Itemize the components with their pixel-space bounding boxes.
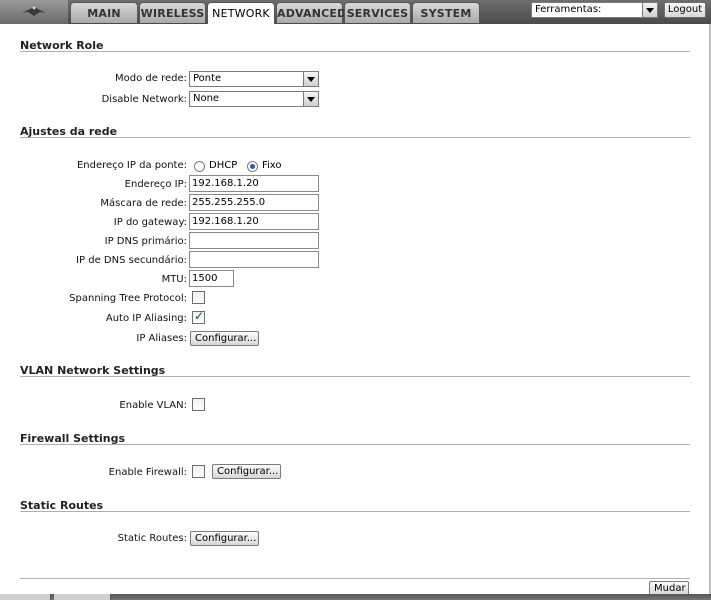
- auto-ip-aliasing-label: Auto IP Aliasing:: [105, 313, 187, 324]
- tab-system[interactable]: SYSTEM: [412, 2, 480, 23]
- divider: [20, 137, 690, 138]
- ip-aliases-configure-button[interactable]: Configurar...: [190, 331, 259, 346]
- top-navigation-bar: MAIN WIRELESS NETWORK ADVANCED SERVICES …: [0, 0, 711, 24]
- enable-vlan-checkbox[interactable]: [192, 398, 205, 411]
- gateway-label: IP do gateway:: [113, 217, 187, 228]
- tab-network[interactable]: NETWORK: [207, 2, 275, 24]
- ubiquiti-logo: [0, 0, 68, 24]
- taskbar-item[interactable]: [54, 594, 111, 600]
- taskbar: [0, 594, 711, 600]
- tab-main[interactable]: MAIN: [70, 2, 138, 23]
- tab-wireless[interactable]: WIRELESS: [139, 2, 206, 23]
- disable-network-value: None: [193, 93, 220, 104]
- stp-checkbox[interactable]: [192, 291, 205, 304]
- secondary-dns-label: IP de DNS secundário:: [76, 255, 187, 266]
- divider: [20, 376, 690, 377]
- mtu-label: MTU:: [161, 274, 187, 285]
- chevron-down-icon[interactable]: [303, 92, 318, 106]
- taskbar-item[interactable]: [0, 594, 51, 600]
- primary-dns-input[interactable]: [189, 232, 319, 249]
- firewall-configure-button[interactable]: Configurar...: [212, 464, 281, 479]
- logout-button[interactable]: Logout: [664, 2, 706, 18]
- dhcp-radio-label: DHCP: [209, 160, 238, 171]
- divider: [20, 51, 690, 52]
- secondary-dns-input[interactable]: [189, 251, 319, 268]
- footer-divider: [20, 578, 690, 579]
- dhcp-radio[interactable]: [194, 161, 205, 172]
- network-mode-label: Modo de rede:: [115, 73, 187, 84]
- chevron-down-icon[interactable]: [303, 72, 318, 86]
- network-mode-select[interactable]: Ponte: [189, 71, 319, 87]
- auto-ip-aliasing-checkbox[interactable]: [192, 309, 205, 324]
- static-routes-configure-button[interactable]: Configurar...: [190, 531, 259, 546]
- netmask-input[interactable]: 255.255.255.0: [189, 194, 319, 211]
- ip-aliases-label: IP Aliases:: [136, 333, 187, 344]
- network-mode-value: Ponte: [193, 73, 222, 84]
- ip-address-input[interactable]: 192.168.1.20: [189, 175, 319, 192]
- tools-dropdown[interactable]: Ferramentas:: [531, 2, 658, 18]
- fixo-radio-label: Fixo: [262, 160, 282, 171]
- enable-firewall-label: Enable Firewall:: [108, 467, 187, 478]
- tools-dropdown-value: Ferramentas:: [535, 4, 602, 15]
- divider: [20, 444, 690, 445]
- divider: [20, 511, 690, 512]
- netmask-label: Máscara de rede:: [100, 198, 187, 209]
- ip-address-label: Endereço IP:: [124, 179, 187, 190]
- tab-advanced[interactable]: ADVANCED: [276, 2, 346, 23]
- logo-icon: [22, 6, 46, 16]
- ip-mode-label: Endereço IP da ponte:: [76, 160, 187, 171]
- disable-network-label: Disable Network:: [101, 94, 187, 105]
- fixo-radio[interactable]: [247, 161, 258, 172]
- mtu-input[interactable]: 1500: [189, 270, 234, 287]
- enable-vlan-label: Enable VLAN:: [119, 400, 187, 411]
- primary-dns-label: IP DNS primário:: [104, 236, 187, 247]
- static-routes-label: Static Routes:: [117, 533, 187, 544]
- chevron-down-icon[interactable]: [642, 3, 657, 17]
- gateway-input[interactable]: 192.168.1.20: [189, 213, 319, 230]
- tab-services[interactable]: SERVICES: [344, 2, 411, 23]
- enable-firewall-checkbox[interactable]: [192, 465, 205, 478]
- stp-label: Spanning Tree Protocol:: [69, 293, 187, 304]
- disable-network-select[interactable]: None: [189, 91, 319, 107]
